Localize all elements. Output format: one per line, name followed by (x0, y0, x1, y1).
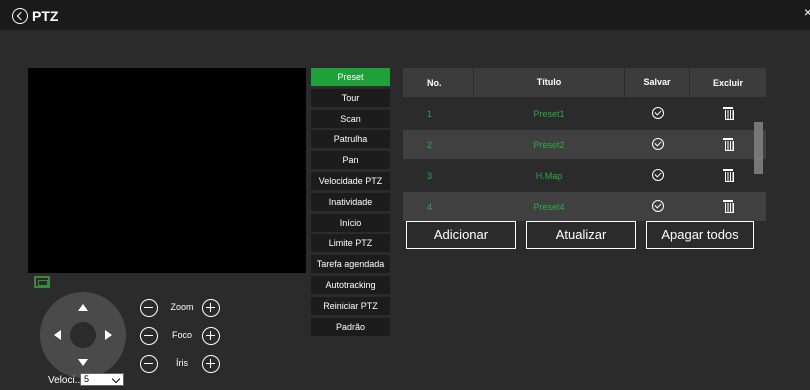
table-header: No. Título Salvar Excluir (403, 68, 766, 97)
save-check-icon[interactable] (651, 199, 664, 212)
header-save: Salvar (625, 68, 690, 97)
focus-control: Foco (140, 327, 226, 347)
row-title: Preset4 (533, 201, 565, 212)
window-title: PTZ (32, 8, 59, 24)
menu-item-inatividade[interactable]: Inatividade (311, 192, 390, 211)
header-delete: Excluir (712, 77, 743, 88)
row-title: Preset1 (533, 108, 565, 119)
menu-item-pan[interactable]: Pan (311, 151, 390, 170)
zoom-minus-icon[interactable] (140, 299, 158, 317)
dpad-center[interactable] (70, 322, 96, 348)
save-check-icon[interactable] (651, 137, 664, 150)
iris-minus-icon[interactable] (140, 355, 158, 373)
add-button[interactable]: Adicionar (406, 221, 516, 249)
focus-label: Foco (171, 330, 192, 340)
screen-icon[interactable] (34, 276, 50, 288)
row-no: 4 (427, 201, 433, 212)
refresh-button[interactable]: Atualizar (526, 221, 636, 249)
save-check-icon[interactable] (651, 168, 664, 181)
back-circle-icon[interactable] (12, 8, 28, 24)
ptz-menu: Preset Tour Scan Patrulha Pan Velocidade… (311, 68, 390, 338)
save-check-icon[interactable] (651, 106, 664, 119)
menu-item-tarefa-agendada[interactable]: Tarefa agendada (311, 255, 390, 274)
menu-item-padrao[interactable]: Padrão (311, 317, 390, 336)
table-row[interactable]: 3 H.Map (403, 161, 766, 190)
menu-item-preset[interactable]: Preset (311, 68, 390, 86)
close-icon[interactable]: × (804, 4, 810, 20)
trash-icon[interactable] (723, 168, 734, 182)
row-no: 1 (427, 108, 433, 119)
zoom-plus-icon[interactable] (202, 299, 220, 317)
menu-item-tour[interactable]: Tour (311, 88, 390, 107)
delete-all-button[interactable]: Apagar todos (646, 221, 754, 249)
header-no: No. (427, 77, 442, 88)
menu-item-inicio[interactable]: Início (311, 213, 390, 232)
direction-pad (40, 292, 126, 378)
header-title: Título (473, 68, 625, 97)
menu-item-patrulha[interactable]: Patrulha (311, 130, 390, 149)
arrow-right-icon[interactable] (105, 330, 112, 340)
zoom-label: Zoom (170, 302, 194, 312)
row-no: 3 (427, 170, 433, 181)
focus-minus-icon[interactable] (140, 327, 158, 345)
row-no: 2 (427, 139, 433, 150)
trash-icon[interactable] (723, 199, 734, 213)
arrow-left-icon[interactable] (54, 330, 61, 340)
iris-control: Íris (140, 355, 226, 375)
menu-item-velocidade-ptz[interactable]: Velocidade PTZ (311, 171, 390, 190)
table-row[interactable]: 2 Preset2 (403, 130, 766, 159)
trash-icon[interactable] (723, 137, 734, 151)
arrow-down-icon[interactable] (78, 359, 88, 366)
table-row[interactable]: 1 Preset1 (403, 99, 766, 128)
focus-plus-icon[interactable] (202, 327, 220, 345)
row-title: Preset2 (533, 139, 565, 150)
row-title: H.Map (535, 170, 563, 181)
menu-item-autotracking[interactable]: Autotracking (311, 275, 390, 294)
menu-item-scan[interactable]: Scan (311, 109, 390, 128)
iris-plus-icon[interactable] (202, 355, 220, 373)
table-row[interactable]: 4 Preset4 (403, 192, 766, 221)
menu-item-limite-ptz[interactable]: Limite PTZ (311, 234, 390, 253)
menu-item-reiniciar-ptz[interactable]: Reiniciar PTZ (311, 296, 390, 315)
table-scrollbar[interactable] (754, 122, 763, 174)
preset-table: No. Título Salvar Excluir 1 Preset1 2 Pr… (403, 68, 766, 221)
video-preview (28, 68, 306, 273)
speed-select[interactable]: 5 (80, 373, 124, 386)
trash-icon[interactable] (723, 106, 734, 120)
arrow-up-icon[interactable] (78, 304, 88, 311)
speed-label: Veloci... (48, 375, 84, 386)
zoom-control: Zoom (140, 299, 226, 319)
speed-value: 5 (84, 374, 90, 384)
iris-label: Íris (176, 358, 188, 368)
title-bar: PTZ × (0, 0, 810, 30)
